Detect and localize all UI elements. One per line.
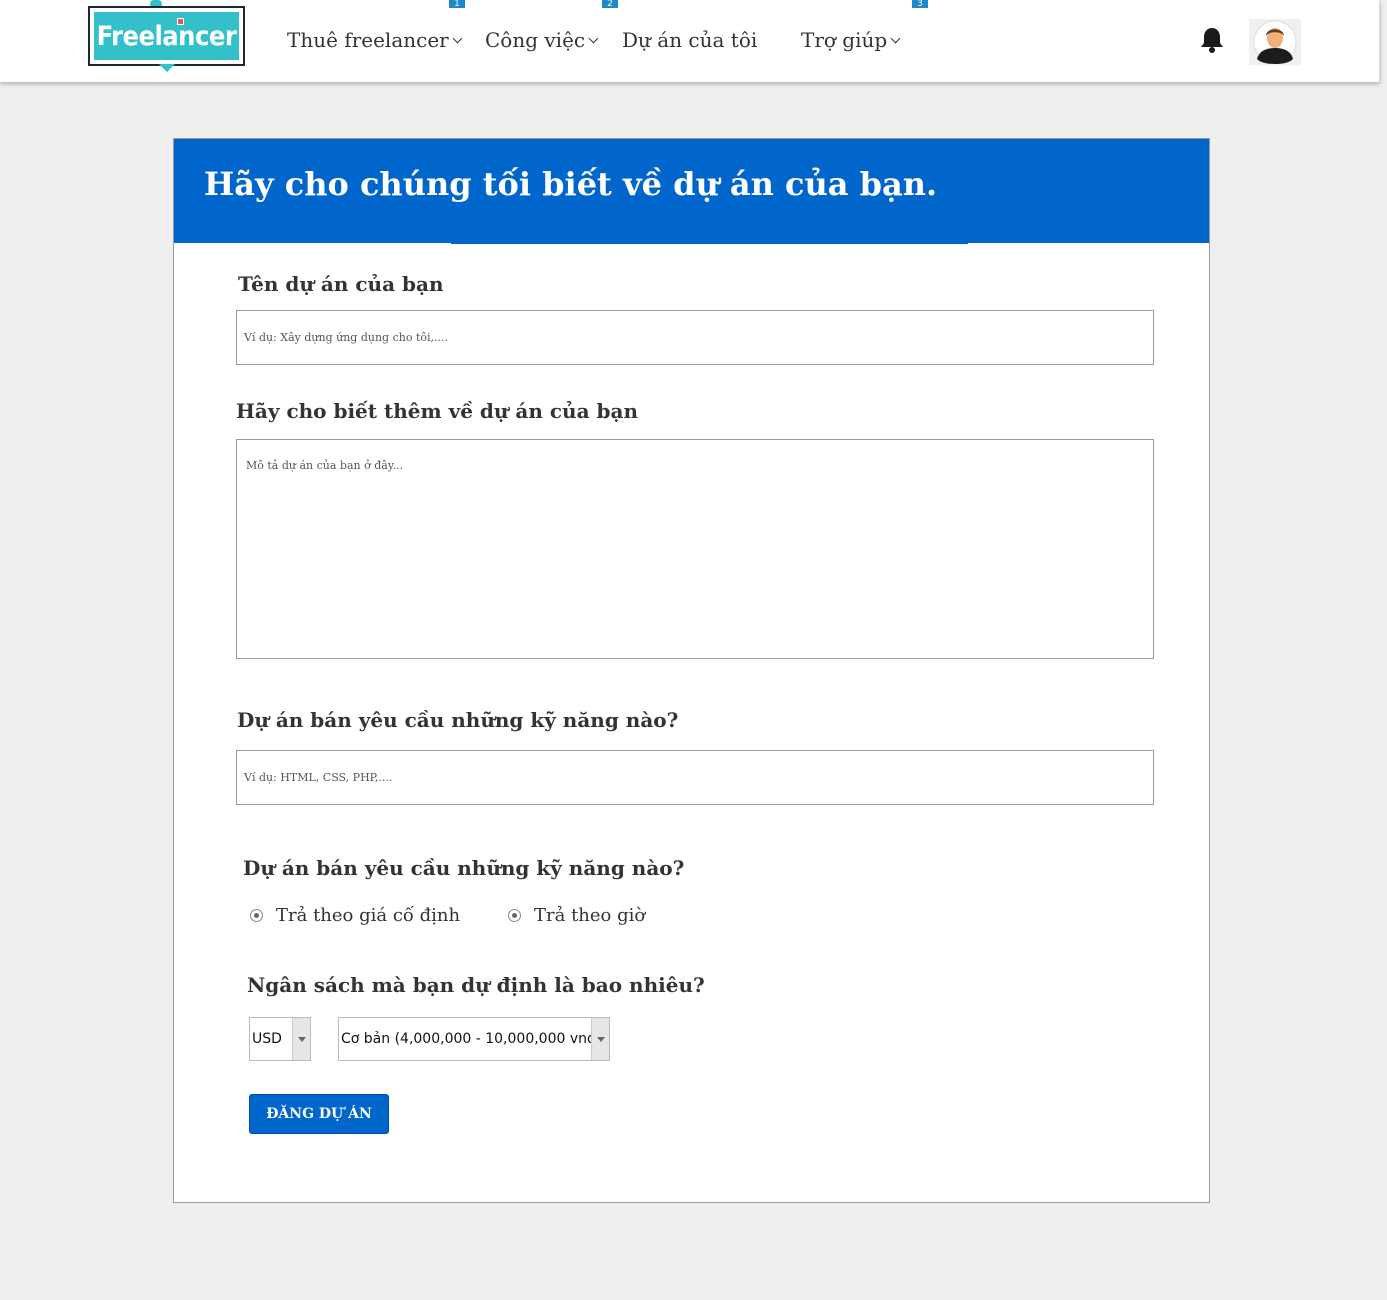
nav-my-projects[interactable]: Dự án của tôi	[622, 28, 757, 52]
user-avatar[interactable]	[1249, 19, 1301, 65]
chevron-down-icon	[452, 33, 463, 44]
description-label: Hãy cho biết thêm về dự án của bạn	[236, 399, 638, 423]
nav-badge-2: 2	[602, 0, 618, 8]
page-title: Hãy cho chúng tối biết về dự án của bạn.	[204, 165, 938, 203]
nav-help-label: Trợ giúp	[801, 28, 888, 52]
nav-hire-freelancer-label: Thuê freelancer	[287, 28, 449, 52]
dropdown-arrow-icon[interactable]	[292, 1018, 310, 1060]
currency-select[interactable]: USD	[249, 1017, 311, 1061]
post-project-button[interactable]: ĐĂNG DỰ ÁN	[249, 1094, 389, 1134]
nav-jobs-label: Công việc	[485, 28, 586, 52]
radio-button[interactable]	[508, 909, 521, 922]
nav-jobs[interactable]: Công việc	[485, 28, 599, 52]
radio-hourly-label: Trả theo giờ	[534, 905, 646, 926]
skills-label: Dự án bán yêu cầu những kỹ năng nào?	[237, 708, 679, 732]
budget-range-select-value: Cơ bản (4,000,000 - 10,000,000 vnđ)	[341, 1031, 602, 1047]
nav-badge-3: 3	[912, 0, 928, 8]
nav-my-projects-label: Dự án của tôi	[622, 28, 758, 52]
bell-icon[interactable]	[1199, 26, 1225, 54]
budget-label: Ngân sách mà bạn dự định là bao nhiêu?	[247, 973, 705, 997]
radio-fixed-price-label: Trả theo giá cố định	[276, 905, 461, 926]
currency-select-value: USD	[252, 1031, 282, 1047]
nav-hire-freelancer[interactable]: Thuê freelancer	[287, 28, 463, 52]
header-underline	[451, 242, 968, 244]
logo-tail-icon	[159, 64, 175, 72]
skills-input[interactable]	[236, 750, 1154, 805]
chevron-down-icon	[588, 33, 599, 44]
dropdown-arrow-icon[interactable]	[591, 1018, 609, 1060]
nav-badge-1: 1	[449, 0, 465, 8]
post-project-card: Hãy cho chúng tối biết về dự án của bạn.…	[173, 138, 1210, 1203]
nav-help[interactable]: Trợ giúp	[801, 28, 901, 52]
radio-button[interactable]	[250, 909, 263, 922]
project-name-input[interactable]	[236, 310, 1154, 365]
freelancer-logo[interactable]: Freelancer	[88, 0, 245, 72]
description-textarea[interactable]	[236, 439, 1154, 659]
logo-dot-icon	[177, 18, 184, 25]
payment-type-label: Dự án bán yêu cầu những kỹ năng nào?	[243, 856, 685, 880]
project-name-label: Tên dự án của bạn	[238, 272, 444, 296]
chevron-down-icon	[890, 33, 901, 44]
logo-text: Freelancer	[94, 12, 239, 60]
logo-frame: Freelancer	[88, 6, 245, 66]
card-header: Hãy cho chúng tối biết về dự án của bạn.	[174, 139, 1209, 243]
top-navbar: Freelancer 1 2 3 Thuê freelancer Công vi…	[0, 0, 1380, 82]
radio-hourly[interactable]: Trả theo giờ	[508, 905, 645, 926]
radio-fixed-price[interactable]: Trả theo giá cố định	[250, 905, 460, 926]
budget-range-select[interactable]: Cơ bản (4,000,000 - 10,000,000 vnđ)	[338, 1017, 610, 1061]
